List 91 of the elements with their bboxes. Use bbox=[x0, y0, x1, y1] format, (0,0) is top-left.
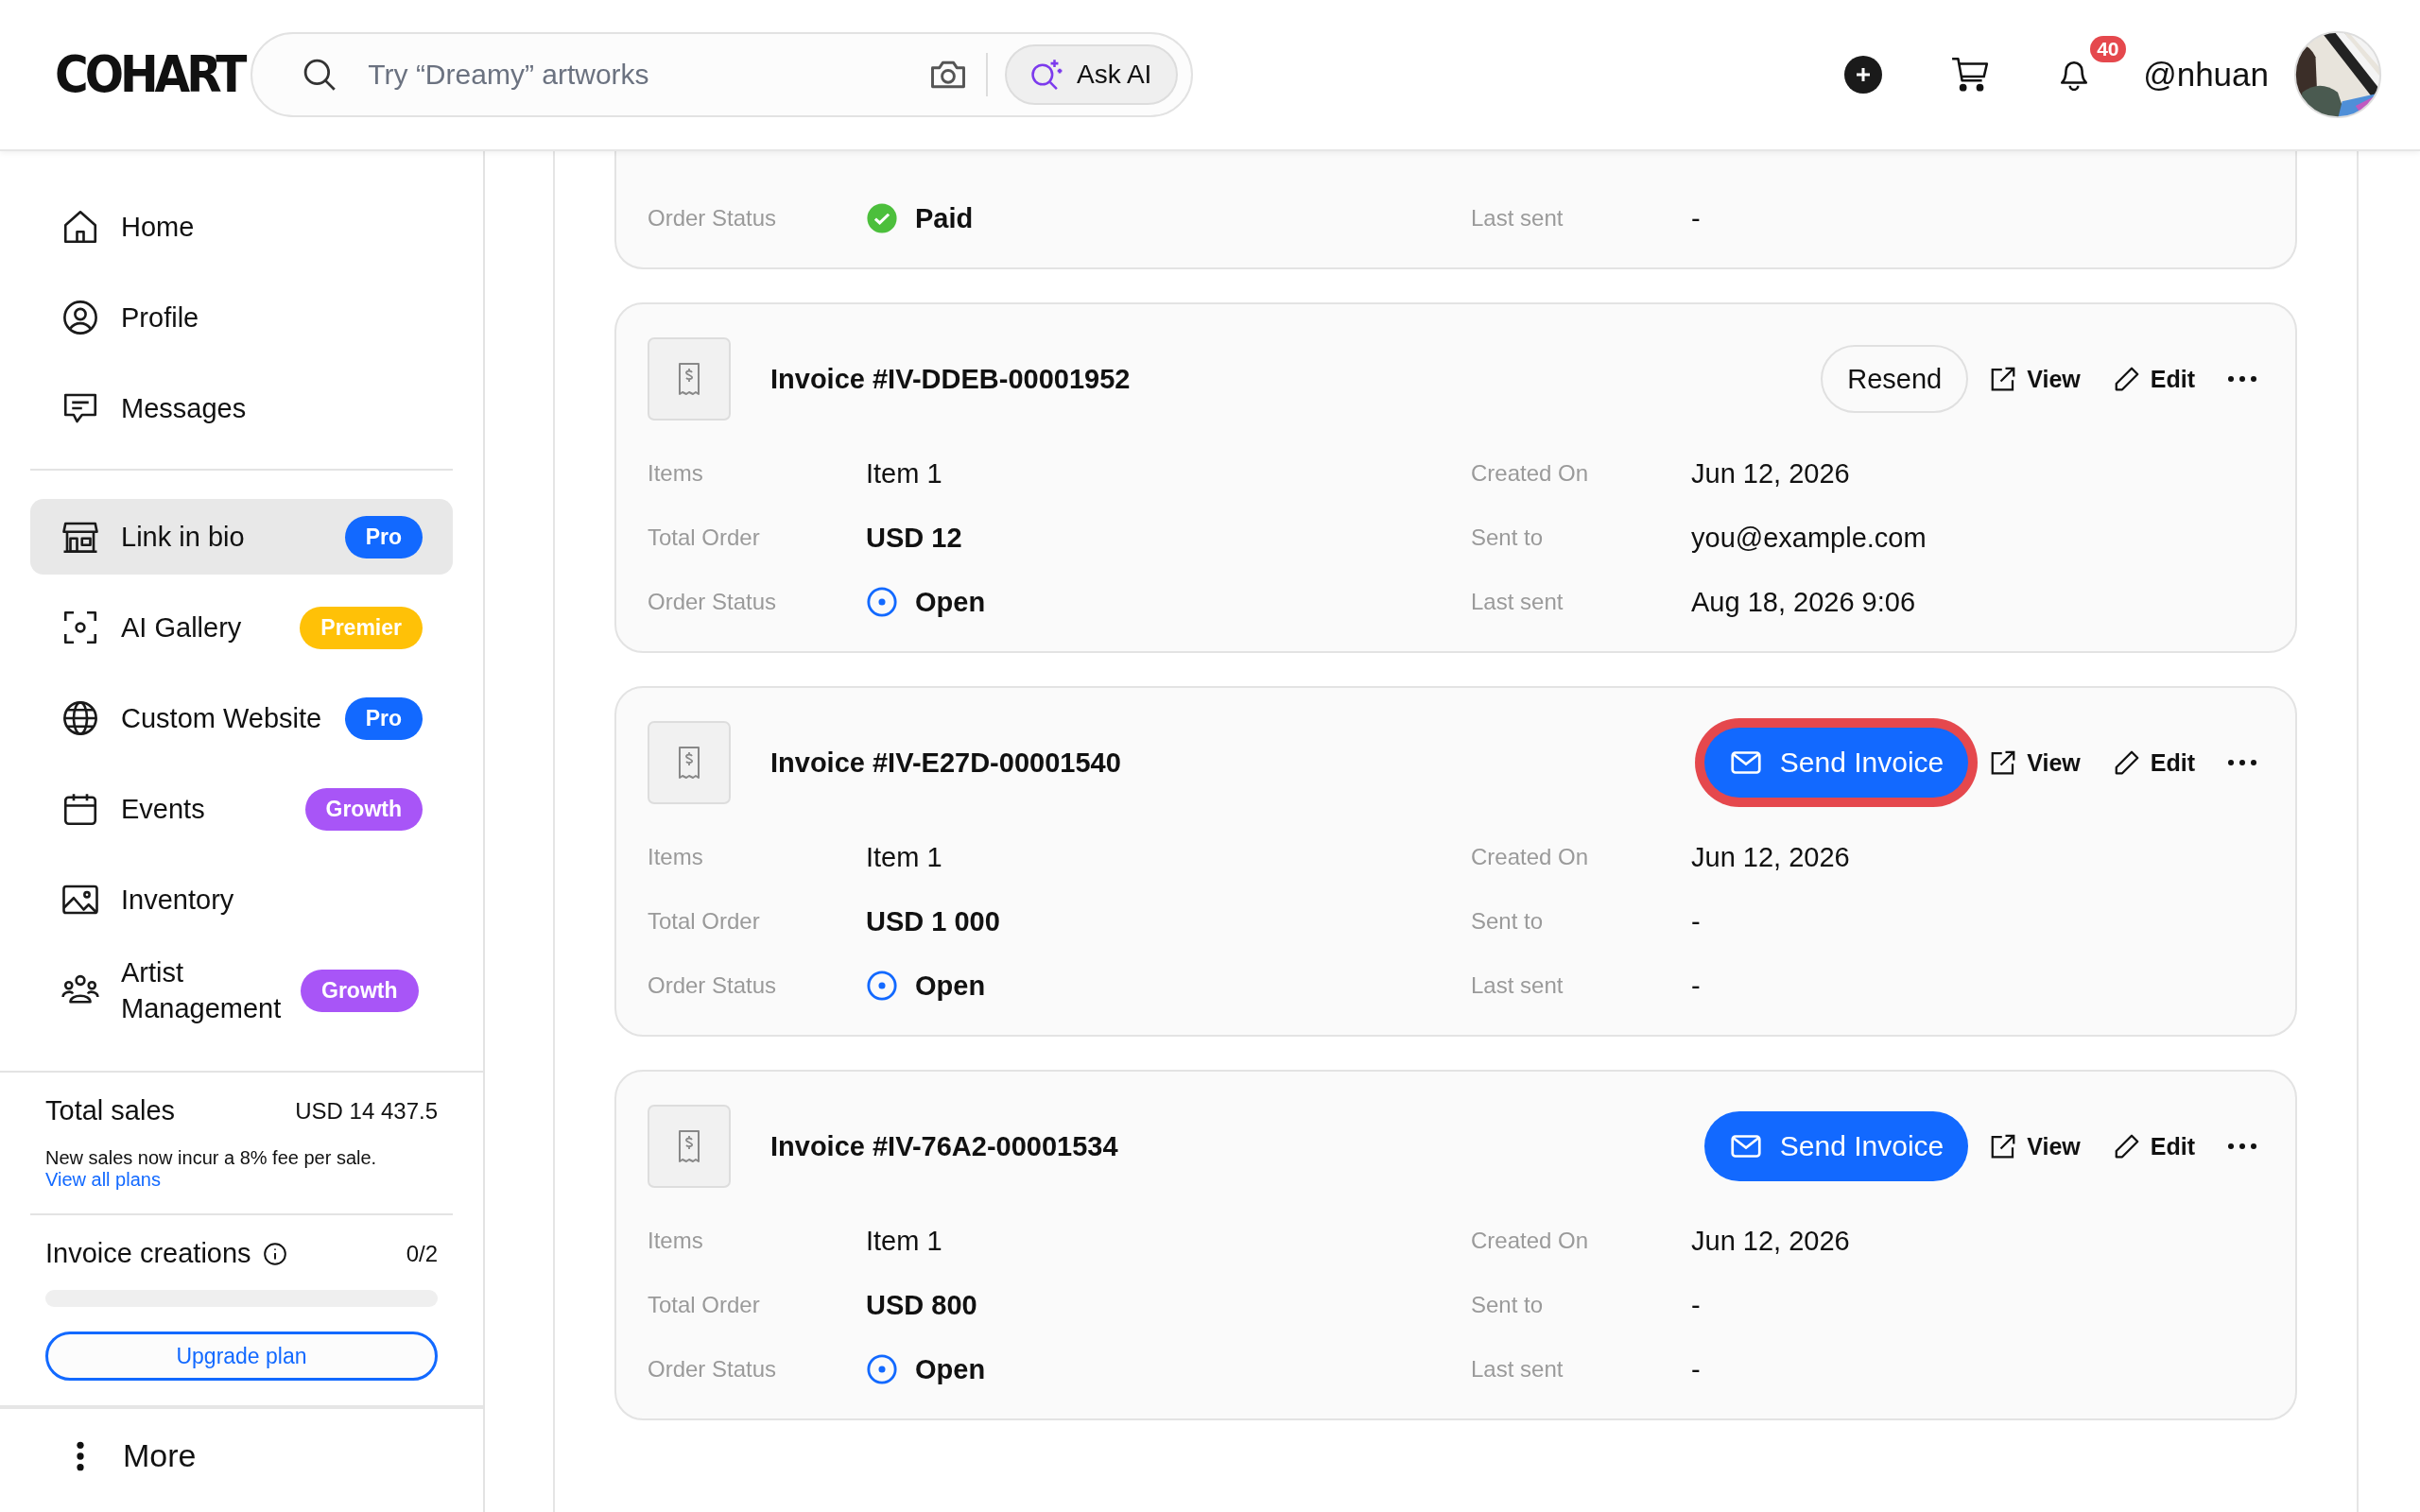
resend-button[interactable]: Resend bbox=[1821, 345, 1969, 413]
field-value: - bbox=[1691, 202, 1702, 234]
field-label: Sent to bbox=[1471, 908, 1545, 935]
view-button[interactable]: View bbox=[1989, 365, 2081, 393]
field-value: you@example.com bbox=[1691, 522, 1927, 554]
more-icon[interactable] bbox=[2227, 1143, 2257, 1150]
field-label: Total Order bbox=[648, 524, 761, 551]
plan-badge: Pro bbox=[344, 515, 423, 558]
more-menu-item[interactable]: More bbox=[0, 1405, 483, 1512]
cart-icon[interactable] bbox=[1950, 55, 1991, 94]
info-icon[interactable] bbox=[262, 1241, 287, 1266]
receipt-icon bbox=[648, 721, 731, 804]
field-label: Last sent bbox=[1471, 205, 1564, 232]
more-icon[interactable] bbox=[2227, 759, 2257, 766]
view-plans-link[interactable]: View all plans bbox=[45, 1169, 161, 1191]
field-label: Last sent bbox=[1471, 1356, 1564, 1383]
sidebar-item[interactable]: AI Gallery Premier bbox=[30, 590, 453, 665]
view-button[interactable]: View bbox=[1989, 748, 2081, 777]
field-value: USD 12 bbox=[866, 522, 963, 554]
sidebar-item[interactable]: Link in bio Pro bbox=[30, 499, 453, 575]
receipt-icon bbox=[648, 1105, 731, 1188]
profile-icon bbox=[60, 298, 100, 337]
invoice-creations-label: Invoice creations bbox=[45, 1238, 251, 1269]
order-status: Paid bbox=[915, 202, 974, 234]
field-value: Jun 12, 2026 bbox=[1691, 841, 1851, 873]
upgrade-plan-button[interactable]: Upgrade plan bbox=[45, 1332, 438, 1381]
field-value: Aug 18, 2026 9:06 bbox=[1691, 586, 1917, 618]
total-sales-label: Total sales bbox=[45, 1095, 175, 1126]
view-button[interactable]: View bbox=[1989, 1132, 2081, 1160]
field-value: Jun 12, 2026 bbox=[1691, 1225, 1851, 1257]
sidebar-item[interactable]: Events Growth bbox=[30, 771, 453, 847]
edit-button[interactable]: Edit bbox=[2112, 365, 2195, 393]
field-label: Order Status bbox=[648, 205, 778, 232]
invoice-count: 0/2 bbox=[406, 1240, 438, 1267]
order-status: Open bbox=[915, 586, 986, 618]
sidebar-item[interactable]: Inventory bbox=[30, 862, 453, 937]
field-value: - bbox=[1691, 970, 1702, 1002]
plan-badge: Growth bbox=[301, 969, 419, 1012]
field-value: Item 1 bbox=[866, 457, 943, 490]
invoice-title: Invoice #IV-76A2-00001534 bbox=[770, 1130, 1118, 1162]
field-label: Created On bbox=[1471, 460, 1590, 487]
sidebar-item[interactable]: Artist Management Growth bbox=[30, 953, 453, 1028]
field-label: Items bbox=[648, 460, 704, 487]
sidebar-item[interactable]: Messages bbox=[30, 370, 453, 446]
field-label: Total Order bbox=[648, 1292, 761, 1318]
fee-note: New sales now incur a 8% fee per sale. bbox=[45, 1147, 378, 1169]
field-label: Items bbox=[648, 844, 704, 870]
invoice-title: Invoice #IV-E27D-00001540 bbox=[770, 747, 1121, 779]
field-label: Order Status bbox=[648, 972, 778, 999]
username[interactable]: @nhuan bbox=[2143, 56, 2269, 94]
field-label: Last sent bbox=[1471, 589, 1564, 615]
add-icon[interactable] bbox=[1844, 56, 1883, 94]
sidebar-item[interactable]: Custom Website Pro bbox=[30, 680, 453, 756]
field-value: Item 1 bbox=[866, 841, 943, 873]
order-status: Open bbox=[915, 1353, 986, 1385]
plan-badge: Pro bbox=[344, 696, 423, 740]
receipt-icon bbox=[648, 337, 731, 421]
field-label: Last sent bbox=[1471, 972, 1564, 999]
plan-badge: Growth bbox=[304, 787, 423, 831]
field-value: USD 1 000 bbox=[866, 905, 1001, 937]
logo[interactable]: COHART bbox=[55, 44, 248, 105]
order-status: Open bbox=[915, 970, 986, 1002]
globe-icon bbox=[60, 698, 100, 738]
sidebar-item[interactable]: Profile bbox=[30, 280, 453, 355]
field-label: Created On bbox=[1471, 1228, 1590, 1254]
plan-badge: Premier bbox=[300, 606, 423, 649]
field-label: Order Status bbox=[648, 589, 778, 615]
invoice-title: Invoice #IV-DDEB-00001952 bbox=[770, 363, 1131, 395]
field-label: Total Order bbox=[648, 908, 761, 935]
bell-icon[interactable] bbox=[2060, 59, 2089, 91]
field-label: Items bbox=[648, 1228, 704, 1254]
more-icon bbox=[76, 1440, 85, 1471]
field-value: USD 800 bbox=[866, 1289, 978, 1321]
field-label: Order Status bbox=[648, 1356, 778, 1383]
edit-button[interactable]: Edit bbox=[2112, 1132, 2195, 1160]
field-value: - bbox=[1691, 1353, 1702, 1385]
sidebar-item[interactable]: Home bbox=[30, 189, 453, 265]
edit-button[interactable]: Edit bbox=[2112, 748, 2195, 777]
field-label: Created On bbox=[1471, 844, 1590, 870]
notification-badge: 40 bbox=[2090, 36, 2126, 62]
field-label: Sent to bbox=[1471, 1292, 1545, 1318]
send-invoice-button[interactable]: Send Invoice bbox=[1703, 1111, 1969, 1181]
field-label: Sent to bbox=[1471, 524, 1545, 551]
field-value: - bbox=[1691, 905, 1702, 937]
field-value: - bbox=[1691, 1289, 1702, 1321]
ask-ai-button[interactable]: Ask AI bbox=[1004, 44, 1179, 105]
field-value: Jun 12, 2026 bbox=[1691, 457, 1851, 490]
field-value: Item 1 bbox=[866, 1225, 943, 1257]
search-field[interactable]: Try “Dreamy” artworks Ask AI bbox=[251, 32, 1194, 117]
more-icon[interactable] bbox=[2227, 375, 2257, 383]
total-sales-amount: USD 14 437.5 bbox=[295, 1097, 438, 1125]
